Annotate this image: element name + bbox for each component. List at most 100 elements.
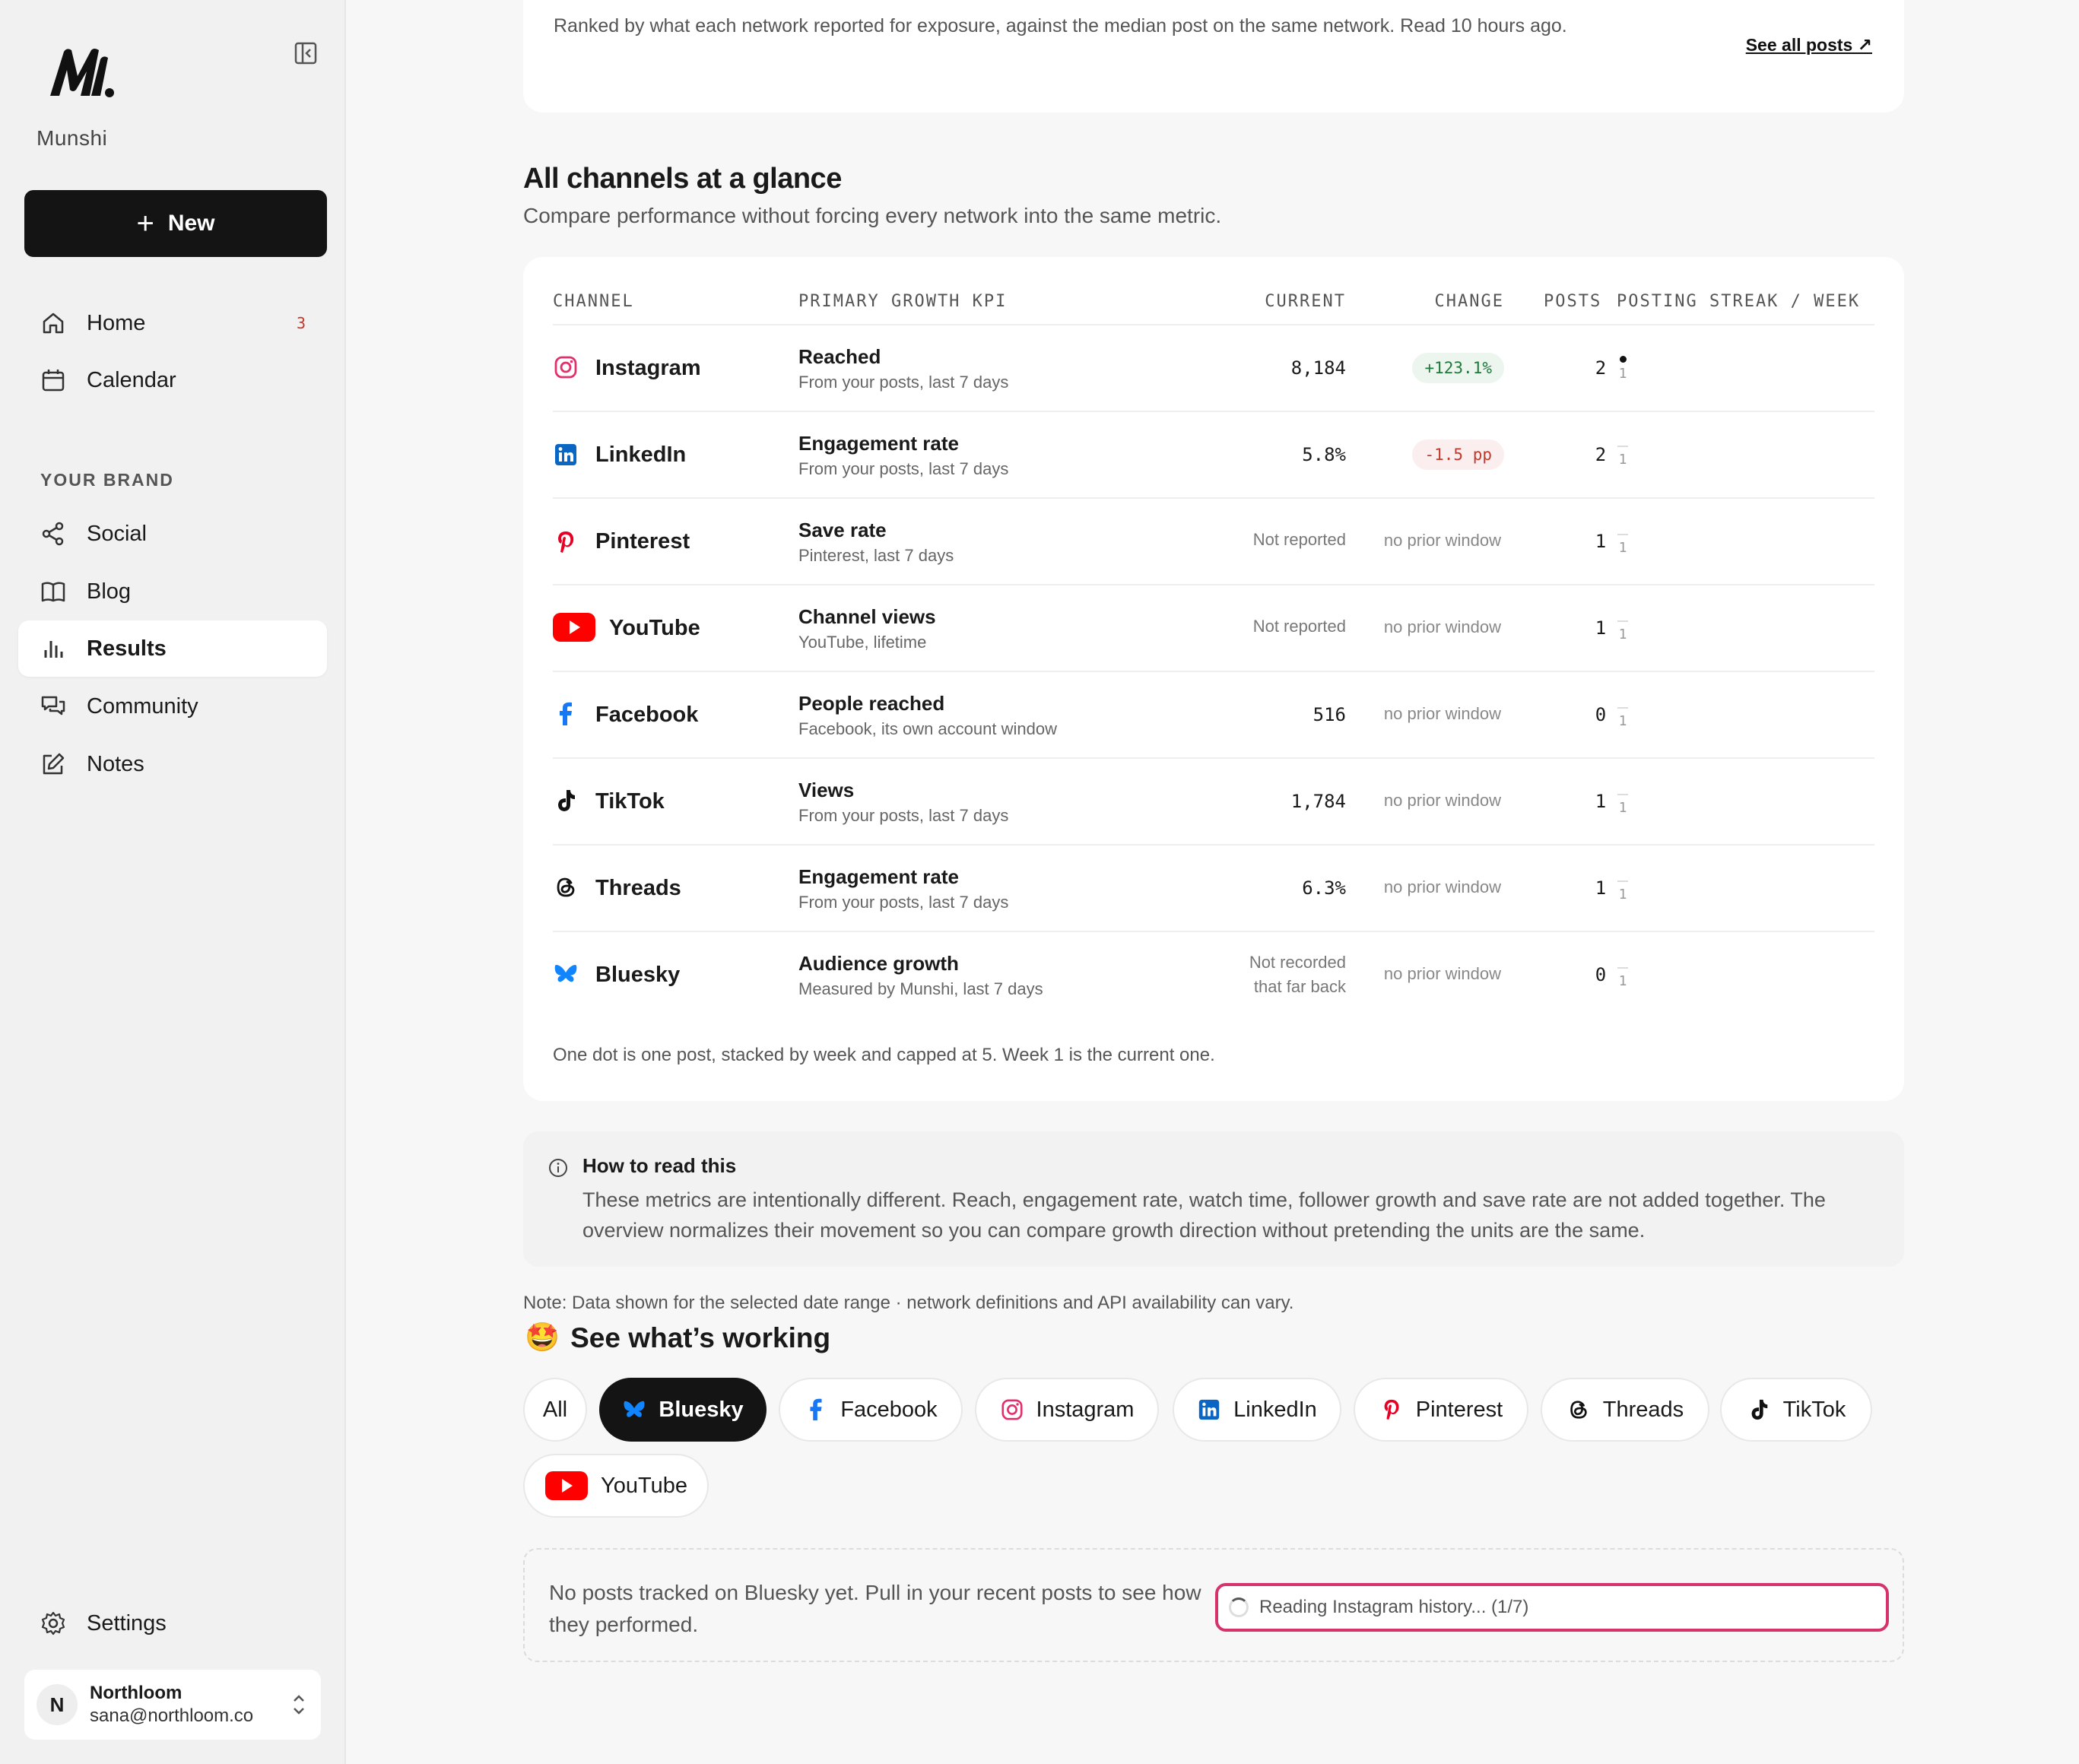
account-email: sana@northloom.co xyxy=(90,1705,254,1726)
bar-chart-icon xyxy=(44,641,63,658)
current-value: 1,784 xyxy=(1290,791,1346,812)
sidebar-item-results[interactable]: Results xyxy=(18,620,327,677)
filter-chip-all[interactable]: All xyxy=(523,1378,587,1442)
star-struck-emoji-icon: 🤩 xyxy=(525,1321,560,1353)
youtube-icon xyxy=(545,1471,589,1500)
calendar-icon xyxy=(42,370,65,392)
header-posts: POSTS xyxy=(1544,292,1602,311)
sidebar-item-label: Community xyxy=(87,693,198,719)
see-all-posts-link[interactable]: See all posts ↗ xyxy=(1746,35,1872,56)
current-value: 8,184 xyxy=(1290,357,1346,379)
kpi-subtitle: Facebook, its own account window xyxy=(798,719,1057,738)
glance-title: All channels at a glance xyxy=(523,163,842,195)
filter-chip-linkedin[interactable]: LinkedIn xyxy=(1173,1378,1341,1442)
posts-count: 1 xyxy=(1595,617,1607,639)
change-value: no prior window xyxy=(1383,617,1501,636)
import-history-button[interactable]: Reading Instagram history... (1/7) xyxy=(1215,1583,1889,1632)
filter-chip-facebook[interactable]: Facebook xyxy=(779,1378,963,1442)
posting-streak: 1 xyxy=(1615,704,1630,729)
sidebar-item-home[interactable]: Home 3 xyxy=(18,295,327,351)
current-value: 516 xyxy=(1312,704,1346,725)
channels-table: CHANNEL PRIMARY GROWTH KPI CURRENT CHANG… xyxy=(523,257,1904,1101)
threads-icon xyxy=(557,877,575,897)
current-value: Not reported xyxy=(1252,617,1346,636)
divider xyxy=(553,671,1874,672)
channel-name: Facebook xyxy=(595,703,699,727)
empty-dash xyxy=(1617,967,1628,969)
sidebar-item-community[interactable]: Community xyxy=(18,678,327,734)
youtube-icon xyxy=(553,613,595,642)
info-icon xyxy=(549,1159,567,1177)
chip-label: All xyxy=(542,1397,568,1422)
linkedin-icon xyxy=(1198,1399,1220,1420)
posts-count: 2 xyxy=(1595,357,1607,379)
empty-state: No posts tracked on Bluesky yet. Pull in… xyxy=(523,1548,1904,1662)
linkedin-icon xyxy=(555,444,576,465)
top-posts-description: Ranked by what each network reported for… xyxy=(554,15,1567,36)
filter-chip-tiktok[interactable]: TikTok xyxy=(1720,1378,1872,1442)
instagram-icon xyxy=(1001,1399,1023,1420)
sidebar: Munshi + New Home 3 Calendar YOUR BRAND … xyxy=(0,0,346,1764)
filter-chip-bluesky[interactable]: Bluesky xyxy=(599,1378,767,1442)
current-value: 5.8% xyxy=(1302,444,1346,465)
chip-label: LinkedIn xyxy=(1233,1397,1317,1422)
sidebar-item-label: Settings xyxy=(87,1610,167,1636)
filter-chip-threads[interactable]: Threads xyxy=(1541,1378,1709,1442)
account-switcher[interactable]: N Northloom sana@northloom.co xyxy=(24,1670,321,1740)
sidebar-item-label: Results xyxy=(87,636,167,661)
kpi-title: Audience growth xyxy=(798,952,959,975)
notification-badge: 3 xyxy=(296,314,306,332)
bluesky-icon xyxy=(624,1401,645,1417)
chip-label: YouTube xyxy=(601,1473,687,1498)
spinner-icon xyxy=(1229,1597,1249,1617)
chip-label: Bluesky xyxy=(659,1397,744,1422)
week-label: 1 xyxy=(1618,887,1627,903)
sidebar-item-notes[interactable]: Notes xyxy=(18,736,327,792)
change-value: no prior window xyxy=(1383,704,1501,723)
current-line2: that far back xyxy=(1253,977,1346,996)
filter-chip-pinterest[interactable]: Pinterest xyxy=(1354,1378,1528,1442)
week-label: 1 xyxy=(1618,973,1627,989)
kpi-subtitle: From your posts, last 7 days xyxy=(798,893,1009,912)
posts-count: 2 xyxy=(1595,444,1607,465)
sidebar-item-calendar[interactable]: Calendar xyxy=(18,352,327,408)
filter-chip-youtube[interactable]: YouTube xyxy=(523,1454,709,1518)
channel-name: Instagram xyxy=(595,356,701,380)
week-label: 1 xyxy=(1618,800,1627,816)
empty-dash xyxy=(1617,880,1628,882)
posts-count: 1 xyxy=(1595,531,1607,552)
filter-chip-instagram[interactable]: Instagram xyxy=(975,1378,1159,1442)
kpi-subtitle: From your posts, last 7 days xyxy=(798,373,1009,392)
sidebar-item-social[interactable]: Social xyxy=(18,506,327,562)
kpi-title: Save rate xyxy=(798,519,887,541)
current-value: Not recorded that far back xyxy=(1249,950,1346,999)
posts-count: 1 xyxy=(1595,877,1607,899)
channel-name: TikTok xyxy=(595,789,665,814)
how-to-read-callout: How to read this These metrics are inten… xyxy=(523,1131,1904,1267)
home-icon xyxy=(43,313,64,334)
gear-icon xyxy=(41,1611,65,1636)
sidebar-item-settings[interactable]: Settings xyxy=(18,1595,327,1651)
kpi-title: Engagement rate xyxy=(798,865,959,888)
current-value: 6.3% xyxy=(1302,877,1346,899)
channel-name: LinkedIn xyxy=(595,443,687,467)
header-current: CURRENT xyxy=(1265,292,1346,311)
collapse-sidebar-icon[interactable] xyxy=(292,40,319,67)
chip-label: Pinterest xyxy=(1415,1397,1503,1422)
facebook-icon xyxy=(810,1398,822,1421)
week-label: 1 xyxy=(1618,366,1627,382)
sidebar-item-blog[interactable]: Blog xyxy=(18,563,327,620)
section-label: YOUR BRAND xyxy=(40,470,174,490)
new-button[interactable]: + New xyxy=(24,190,327,257)
divider xyxy=(553,757,1874,759)
post-dot xyxy=(1619,356,1627,363)
munshi-logo-icon[interactable] xyxy=(47,46,116,100)
see-whats-working-title: 🤩 See what’s working xyxy=(525,1321,830,1354)
kpi-title: Engagement rate xyxy=(798,432,959,455)
posting-streak: 1 xyxy=(1615,617,1630,642)
chip-label: Facebook xyxy=(840,1397,938,1422)
header-change: CHANGE xyxy=(1434,292,1504,311)
sidebar-item-label: Social xyxy=(87,521,147,546)
posting-streak: 1 xyxy=(1615,964,1630,989)
posting-streak: 1 xyxy=(1615,877,1630,903)
